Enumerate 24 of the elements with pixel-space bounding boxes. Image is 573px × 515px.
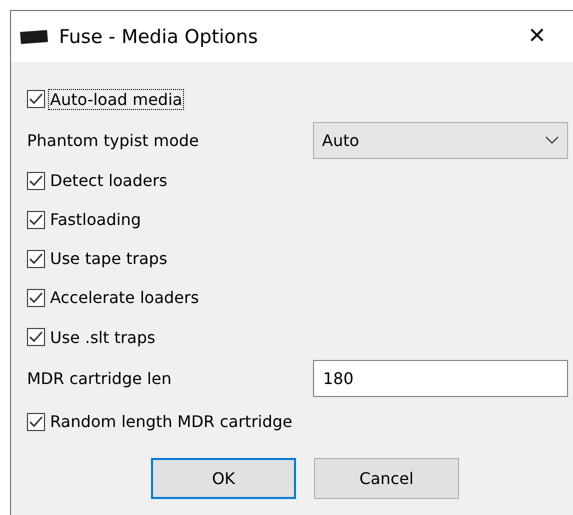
checkbox[interactable] [27, 210, 45, 228]
checkbox-label[interactable]: Auto-load media [49, 90, 184, 108]
ok-button[interactable]: OK [151, 458, 296, 499]
checkbox-label[interactable]: Random length MDR cartridge [49, 412, 294, 431]
window-title: Fuse - Media Options [59, 26, 259, 48]
cancel-button[interactable]: Cancel [314, 458, 459, 499]
checkbox-label[interactable]: Fastloading [49, 210, 142, 229]
cassette-icon [19, 28, 49, 44]
checkbox[interactable] [27, 288, 45, 306]
close-button[interactable]: ✕ [508, 14, 566, 58]
chevron-down-icon [545, 136, 559, 144]
checkbox[interactable] [27, 172, 45, 190]
checkbox-label[interactable]: Accelerate loaders [49, 288, 200, 307]
checkbox-label[interactable]: Use .slt traps [49, 328, 156, 346]
field-label: Phantom typist mode [27, 130, 200, 150]
checkbox[interactable] [27, 90, 45, 108]
checkbox-label[interactable]: Use tape traps [49, 249, 168, 268]
mode-dropdown[interactable]: Auto [313, 122, 568, 158]
checkbox[interactable] [27, 328, 45, 346]
checkbox-label[interactable]: Detect loaders [49, 171, 168, 190]
field-label: MDR cartridge len [27, 369, 172, 388]
checkbox[interactable] [27, 412, 45, 430]
checkbox[interactable] [27, 250, 45, 268]
input-field[interactable]: 180 [313, 360, 568, 397]
